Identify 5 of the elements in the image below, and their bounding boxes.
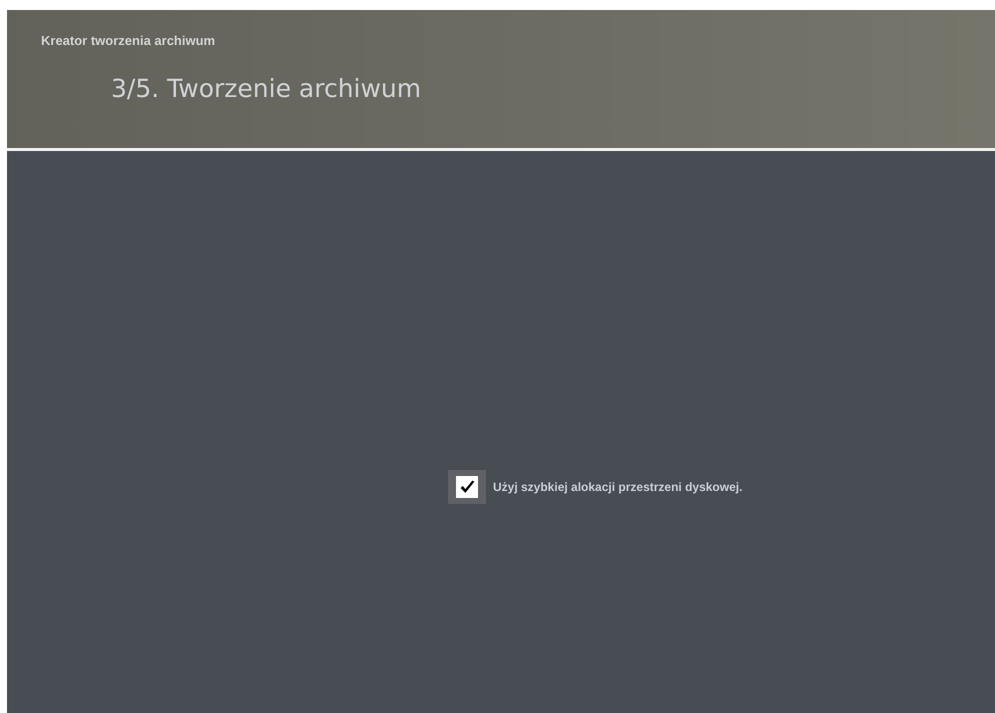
step-title: 3/5. Tworzenie archiwum [110, 73, 422, 103]
check-icon [458, 478, 476, 496]
window-title: Kreator tworzenia archiwum [40, 32, 216, 48]
checkbox[interactable] [448, 470, 486, 504]
checkbox-label: Użyj szybkiej alokacji przestrzeni dyskowej. [493, 480, 742, 494]
